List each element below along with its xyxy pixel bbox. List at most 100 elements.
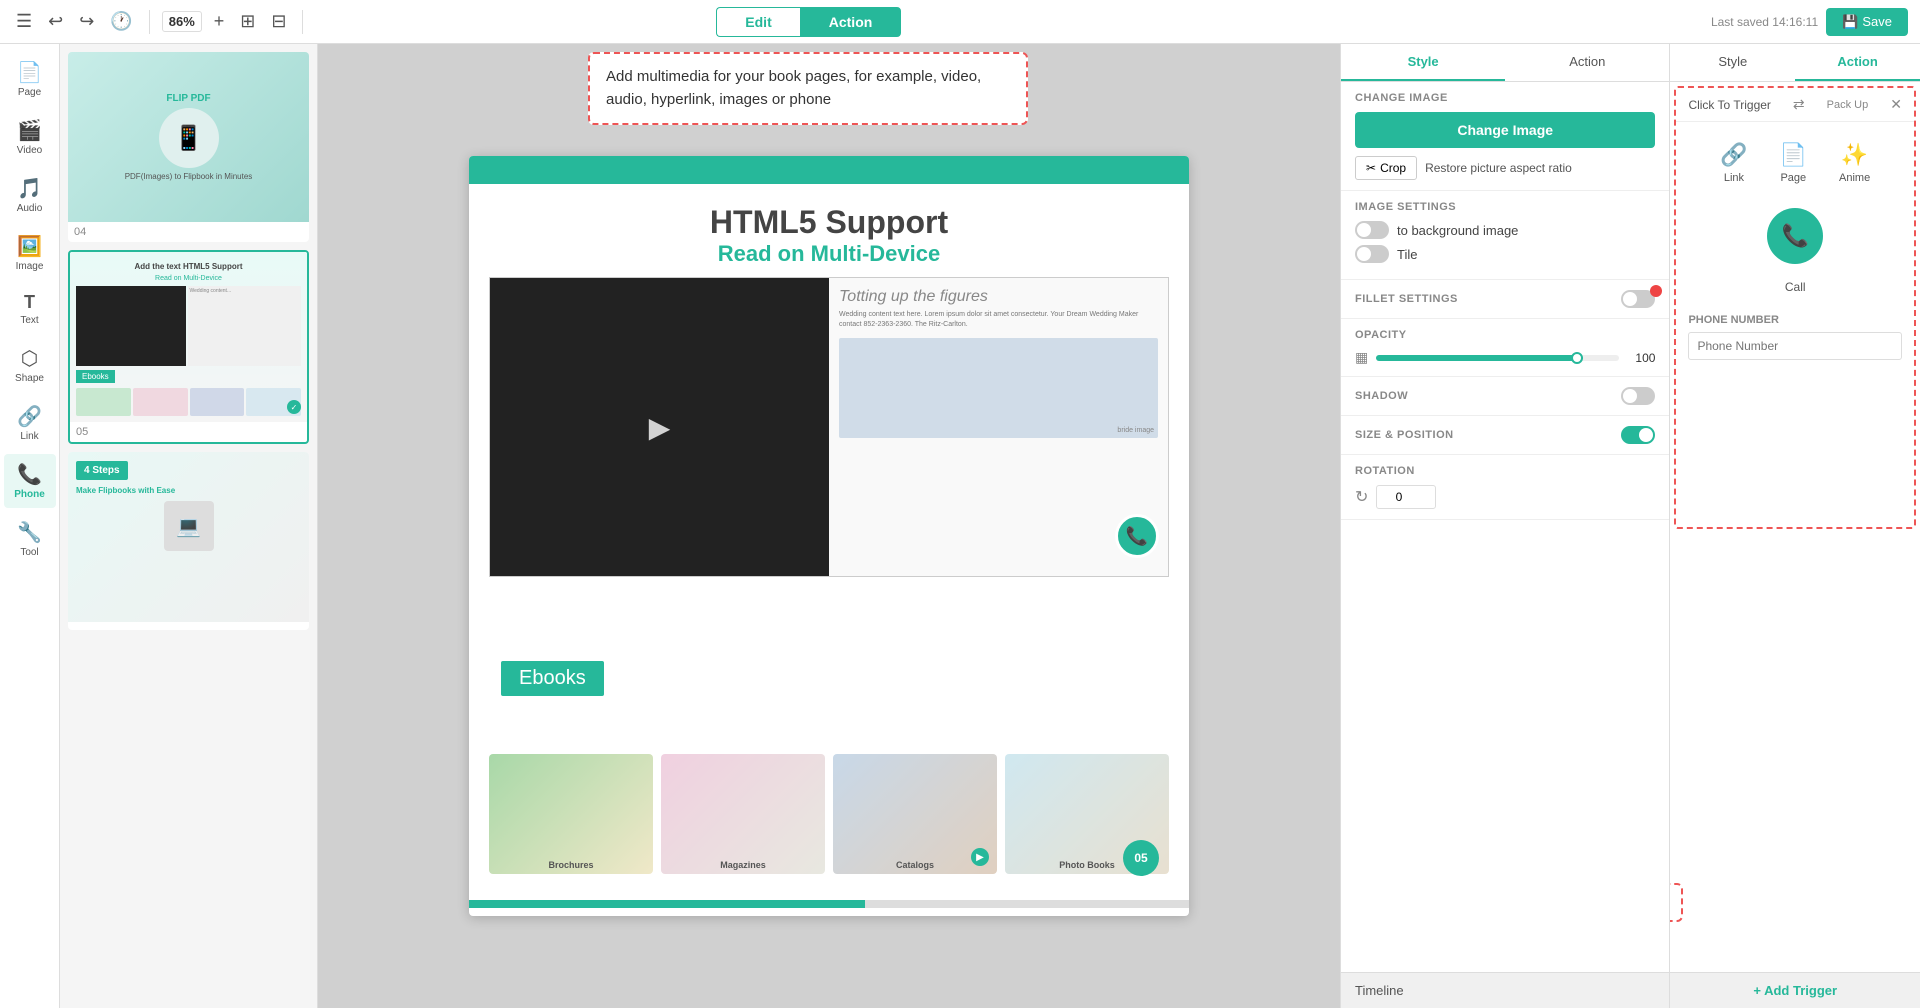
sidebar-item-image[interactable]: 🖼️ Image (4, 226, 56, 280)
image-settings-section: IMAGE SETTINGS to background image Tile (1341, 191, 1669, 280)
opacity-value: 100 (1627, 351, 1655, 365)
zoom-out-button[interactable]: ⊟ (267, 7, 290, 36)
style-panel: Style Action CHANGE IMAGE Change Image ✂… (1341, 44, 1670, 1008)
trigger-close-button[interactable]: ✕ (1890, 96, 1902, 113)
left-sidebar: 📄 Page 🎬 Video 🎵 Audio 🖼️ Image T Text ⬡… (0, 44, 60, 1008)
edit-action-tabs: Edit Action (716, 7, 901, 37)
pages-panel: FLIP PDF 📱 PDF(Images) to Flipbook in Mi… (60, 44, 318, 1008)
tab-action-style[interactable]: Action (1505, 44, 1669, 81)
trigger-link-item[interactable]: 🔗 Link (1712, 134, 1755, 192)
canvas-area: Add multimedia for your book pages, for … (318, 44, 1340, 1008)
fillet-settings-row[interactable]: FILLET SETTINGS (1341, 280, 1669, 319)
pack-up-link[interactable]: Pack Up (1827, 99, 1869, 111)
shadow-toggle[interactable] (1621, 387, 1655, 405)
change-image-title: CHANGE IMAGE (1355, 92, 1655, 104)
page-05-content: Add the text HTML5 Support Read on Multi… (70, 252, 307, 422)
thumb-catalogs[interactable]: ▶ Catalogs (833, 754, 997, 874)
phone-number-section: PHONE NUMBER (1676, 306, 1914, 368)
trigger-arrow-icon: ⇄ (1793, 96, 1805, 113)
opacity-slider[interactable] (1376, 355, 1619, 361)
opacity-row: ▦ 100 (1355, 349, 1655, 366)
progress-bar-fill (469, 900, 865, 908)
page-main-title: HTML5 Support (529, 204, 1129, 241)
sidebar-item-audio[interactable]: 🎵 Audio (4, 168, 56, 222)
trigger-tab-action[interactable]: Action (1795, 44, 1920, 81)
trigger-tab-style[interactable]: Style (1670, 44, 1795, 81)
bg-image-row: to background image (1355, 221, 1655, 239)
size-position-row[interactable]: SIZE & POSITION (1341, 416, 1669, 455)
main-area: 📄 Page 🎬 Video 🎵 Audio 🖼️ Image T Text ⬡… (0, 44, 1920, 1008)
phone-element-selected[interactable]: 📞 (1115, 514, 1159, 558)
shape-icon: ⬡ (21, 346, 38, 371)
trigger-page-item[interactable]: 📄 Page (1772, 134, 1815, 192)
shadow-row[interactable]: SHADOW (1341, 377, 1669, 416)
rotation-input[interactable] (1376, 485, 1436, 509)
phone-number-input[interactable] (1688, 332, 1902, 360)
page-spread: ▶ Totting up the figures Wedding content… (489, 277, 1169, 577)
zoom-fit-button[interactable]: ⊞ (236, 7, 259, 36)
tab-style[interactable]: Style (1341, 44, 1505, 81)
ebooks-label: Ebooks (501, 661, 604, 696)
sidebar-item-link[interactable]: 🔗 Link (4, 396, 56, 450)
play-button-icon[interactable]: ▶ (649, 411, 671, 444)
sidebar-item-phone[interactable]: 📞 Phone (4, 454, 56, 508)
tool-icon: 🔧 (17, 520, 42, 545)
bg-image-toggle[interactable] (1355, 221, 1389, 239)
page-04-content: FLIP PDF 📱 PDF(Images) to Flipbook in Mi… (68, 52, 309, 222)
call-label: Call (1785, 280, 1806, 294)
page-number-badge: 05 (1123, 840, 1159, 876)
page-06-content: 4 Steps Make Flipbooks with Ease 💻 (68, 452, 309, 622)
trigger-bottom-area: Customize the Style and Action for the t… (1670, 533, 1920, 972)
add-trigger-bar[interactable]: + Add Trigger (1670, 972, 1920, 1008)
call-phone-icon: 📞 (1782, 223, 1809, 249)
action-trigger-panel: Style Action Click To Trigger ⇄ Pack Up … (1670, 44, 1920, 1008)
trigger-dashed-container: Click To Trigger ⇄ Pack Up ✕ 🔗 Link 📄 Pa… (1674, 86, 1916, 529)
restore-button[interactable]: Restore picture aspect ratio (1425, 161, 1572, 175)
sidebar-item-video[interactable]: 🎬 Video (4, 110, 56, 164)
opacity-icon: ▦ (1355, 349, 1368, 366)
zoom-value: 86% (162, 11, 202, 32)
image-icon: 🖼️ (17, 234, 42, 259)
crop-icon: ✂ (1366, 161, 1376, 175)
menu-button[interactable]: ☰ (12, 7, 36, 36)
progress-bar-bg (469, 900, 1189, 908)
rotation-row: ↻ (1355, 485, 1655, 509)
size-position-toggle[interactable] (1621, 426, 1655, 444)
page-thumb-05[interactable]: Add the text HTML5 Support Read on Multi… (68, 250, 309, 444)
page-thumb-06[interactable]: 4 Steps Make Flipbooks with Ease 💻 (68, 452, 309, 630)
rotation-title: ROTATION (1355, 465, 1655, 477)
thumb-brochures[interactable]: Brochures (489, 754, 653, 874)
canvas-page[interactable]: HTML5 Support Read on Multi-Device ▶ Tot… (469, 156, 1189, 916)
sidebar-item-page[interactable]: 📄 Page (4, 52, 56, 106)
zoom-in-button[interactable]: + (210, 7, 229, 36)
page-thumb-04[interactable]: FLIP PDF 📱 PDF(Images) to Flipbook in Mi… (68, 52, 309, 242)
undo-button[interactable]: ↩ (44, 7, 67, 36)
sidebar-item-tool[interactable]: 🔧 Tool (4, 512, 56, 566)
save-icon: 💾 (1842, 14, 1858, 30)
page-05-preview: Add the text HTML5 Support Read on Multi… (70, 252, 307, 422)
trigger-link-icon: 🔗 (1720, 142, 1747, 168)
tile-row: Tile (1355, 245, 1655, 263)
trigger-anime-item[interactable]: ✨ Anime (1831, 134, 1878, 192)
crop-button[interactable]: ✂ Crop (1355, 156, 1417, 180)
history-button[interactable]: 🕐 (106, 7, 136, 36)
sidebar-item-shape[interactable]: ⬡ Shape (4, 338, 56, 392)
tab-action-button[interactable]: Action (800, 7, 902, 37)
rotation-icon: ↻ (1355, 487, 1368, 507)
page-subtitle: Read on Multi-Device (529, 241, 1129, 267)
change-image-button[interactable]: Change Image (1355, 112, 1655, 148)
crop-row: ✂ Crop Restore picture aspect ratio (1355, 156, 1655, 180)
tab-edit-button[interactable]: Edit (716, 7, 799, 37)
tile-toggle[interactable] (1355, 245, 1389, 263)
thumb-magazines[interactable]: Magazines (661, 754, 825, 874)
redo-button[interactable]: ↪ (75, 7, 98, 36)
trigger-page-icon: 📄 (1780, 142, 1807, 168)
timeline-bar[interactable]: Timeline (1341, 972, 1669, 1008)
save-button[interactable]: 💾 Save (1826, 8, 1908, 36)
page-left-video: ▶ (490, 278, 829, 576)
text-icon: T (24, 292, 35, 313)
click-trigger-label: Click To Trigger (1688, 98, 1770, 112)
sidebar-item-text[interactable]: T Text (4, 284, 56, 334)
phone-icon: 📞 (17, 462, 42, 487)
call-button-large[interactable]: 📞 (1767, 208, 1823, 264)
